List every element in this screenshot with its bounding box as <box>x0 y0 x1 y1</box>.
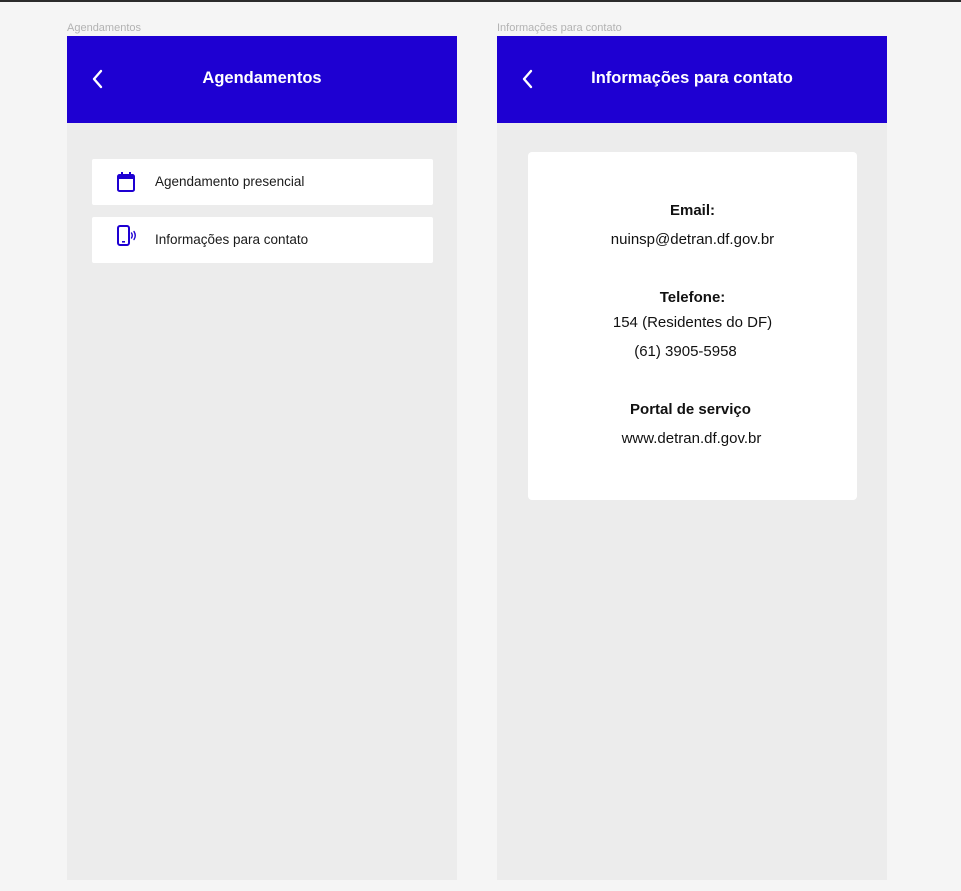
menu-item-label: Informações para contato <box>155 232 309 247</box>
menu-item-agendamento-presencial[interactable]: Agendamento presencial <box>92 159 433 205</box>
contato-header: Informações para contato <box>497 36 887 123</box>
menu-item-label: Agendamento presencial <box>155 174 305 189</box>
portal-label: Portal de serviço <box>630 401 751 418</box>
email-value[interactable]: nuinsp@detran.df.gov.br <box>528 231 857 249</box>
phone-value-1[interactable]: 154 (Residentes do DF) <box>528 314 857 332</box>
email-label: Email: <box>669 202 715 219</box>
page-title: Agendamentos <box>202 69 322 87</box>
phone-vibrate-icon <box>114 224 138 248</box>
agendamentos-screen: Agendamentos Agendamento presencial Info… <box>67 36 457 880</box>
portal-link[interactable]: www.detran.df.gov.br <box>526 430 857 448</box>
phone-value-2[interactable]: (61) 3905-5958 <box>514 343 857 361</box>
page-title: Informações para contato <box>591 69 793 87</box>
contact-info-card: Email: nuinsp@detran.df.gov.br Telefone:… <box>528 152 857 500</box>
menu-item-informacoes-contato[interactable]: Informações para contato <box>92 217 433 263</box>
frame-label-agendamentos: Agendamentos <box>67 22 141 34</box>
calendar-icon <box>114 170 138 194</box>
frame-label-contato: Informações para contato <box>497 22 622 34</box>
agendamentos-header: Agendamentos <box>67 36 457 123</box>
contato-screen: Informações para contato Email: nuinsp@d… <box>497 36 887 880</box>
top-border <box>0 0 961 2</box>
phone-label: Telefone: <box>659 289 726 306</box>
